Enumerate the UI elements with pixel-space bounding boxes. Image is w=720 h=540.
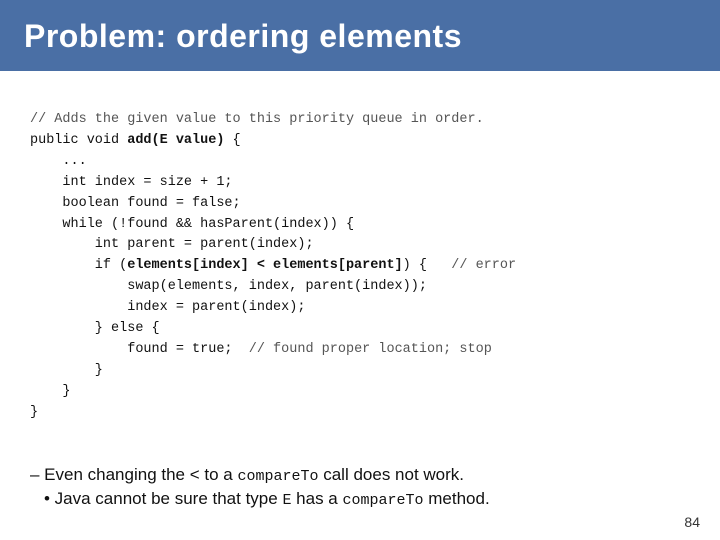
compare-to-code: compareTo — [237, 468, 318, 485]
code-line-1: public void add(E value) { — [30, 133, 241, 148]
code-line-5: while (!found && hasParent(index)) { — [30, 217, 354, 232]
page-number: 84 — [684, 514, 700, 530]
type-e-code: E — [282, 492, 291, 509]
code-line-7: if (elements[index] < elements[parent]) … — [30, 258, 516, 273]
dash-line: – Even changing the < to a compareTo cal… — [30, 465, 690, 485]
slide-title: Problem: ordering elements — [24, 18, 696, 55]
code-line-14: } — [30, 405, 38, 420]
code-line-4: boolean found = false; — [30, 196, 241, 211]
code-line-3: int index = size + 1; — [30, 175, 233, 190]
code-line-8: swap(elements, index, parent(index)); — [30, 279, 427, 294]
code-line-10: } else { — [30, 321, 160, 336]
code-line-9: index = parent(index); — [30, 300, 305, 315]
bottom-text: – Even changing the < to a compareTo cal… — [0, 455, 720, 509]
code-line-13: } — [30, 384, 71, 399]
code-block: // Adds the given value to this priority… — [30, 89, 690, 445]
code-line-2: ... — [30, 154, 87, 169]
comment-line: // Adds the given value to this priority… — [30, 112, 484, 127]
code-line-6: int parent = parent(index); — [30, 237, 314, 252]
lt-symbol: < — [190, 465, 200, 484]
header: Problem: ordering elements — [0, 0, 720, 71]
bullet-line: • Java cannot be sure that type E has a … — [44, 489, 690, 509]
code-line-12: } — [30, 363, 103, 378]
compare-to-code-2: compareTo — [343, 492, 424, 509]
code-line-11: found = true; // found proper location; … — [30, 342, 492, 357]
content-area: // Adds the given value to this priority… — [0, 71, 720, 455]
